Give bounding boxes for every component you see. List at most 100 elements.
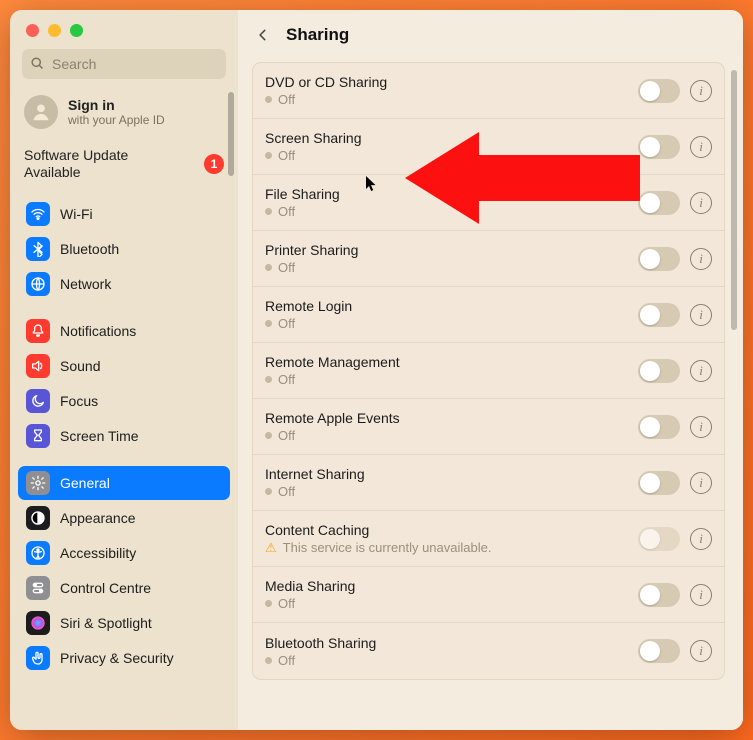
info-button[interactable]: i <box>690 584 712 606</box>
avatar-icon <box>24 95 58 129</box>
bluetooth-icon <box>26 237 50 261</box>
remotemgmt-toggle[interactable] <box>638 359 680 383</box>
moon-icon <box>26 389 50 413</box>
printer-toggle[interactable] <box>638 247 680 271</box>
sidebar-item-bluetooth[interactable]: Bluetooth <box>18 232 230 266</box>
media-toggle[interactable] <box>638 583 680 607</box>
settings-window: Sign in with your Apple ID Software Upda… <box>10 10 743 730</box>
maximize-icon[interactable] <box>70 24 83 37</box>
sidebar-item-label: Accessibility <box>60 545 136 561</box>
software-update-row[interactable]: Software Update Available 1 <box>10 139 238 195</box>
status-dot-icon <box>265 96 272 103</box>
warning-icon: ⚠ <box>265 540 277 556</box>
sidebar-item-appearance[interactable]: Appearance <box>18 501 230 535</box>
info-button[interactable]: i <box>690 640 712 662</box>
status-dot-icon <box>265 376 272 383</box>
main-scrollbar[interactable] <box>731 70 737 330</box>
screen-toggle[interactable] <box>638 135 680 159</box>
search-input[interactable] <box>22 49 226 79</box>
row-status: Off <box>265 316 352 331</box>
sidebar-list: Wi-Fi Bluetooth Network Notifications Sound F… <box>10 195 238 730</box>
page-title: Sharing <box>286 25 349 45</box>
sidebar-item-controlcentre[interactable]: Control Centre <box>18 571 230 605</box>
info-button[interactable]: i <box>690 304 712 326</box>
globe-icon <box>26 272 50 296</box>
gear-icon <box>26 471 50 495</box>
sidebar-item-label: Wi-Fi <box>60 206 93 222</box>
info-button[interactable]: i <box>690 80 712 102</box>
sharing-row-printer: Printer SharingOffi <box>253 231 724 287</box>
sidebar-item-label: Screen Time <box>60 428 139 444</box>
row-title: Remote Management <box>265 354 400 370</box>
sidebar-item-focus[interactable]: Focus <box>18 384 230 418</box>
info-button[interactable]: i <box>690 136 712 158</box>
sharing-card: DVD or CD SharingOffiScreen SharingOffiF… <box>252 62 725 680</box>
update-badge: 1 <box>204 154 224 174</box>
row-status: Off <box>265 653 376 668</box>
row-status: Off <box>265 204 340 219</box>
row-status: Off <box>265 148 362 163</box>
switches-icon <box>26 576 50 600</box>
status-dot-icon <box>265 600 272 607</box>
hourglass-icon <box>26 424 50 448</box>
sidebar-item-accessibility[interactable]: Accessibility <box>18 536 230 570</box>
sidebar-item-notifications[interactable]: Notifications <box>18 314 230 348</box>
sidebar-item-general[interactable]: General <box>18 466 230 500</box>
status-dot-icon <box>265 208 272 215</box>
minimize-icon[interactable] <box>48 24 61 37</box>
row-status: Off <box>265 372 400 387</box>
status-dot-icon <box>265 488 272 495</box>
status-dot-icon <box>265 264 272 271</box>
sign-in-row[interactable]: Sign in with your Apple ID <box>10 89 238 139</box>
internet-toggle[interactable] <box>638 471 680 495</box>
row-status: ⚠This service is currently unavailable. <box>265 540 491 556</box>
sidebar-item-screentime[interactable]: Screen Time <box>18 419 230 453</box>
info-button[interactable]: i <box>690 360 712 382</box>
sidebar-item-label: Appearance <box>60 510 136 526</box>
remotelogin-toggle[interactable] <box>638 303 680 327</box>
row-title: Printer Sharing <box>265 242 358 258</box>
status-dot-icon <box>265 152 272 159</box>
info-button[interactable]: i <box>690 416 712 438</box>
close-icon[interactable] <box>26 24 39 37</box>
sidebar-item-label: Network <box>60 276 111 292</box>
dvd-toggle[interactable] <box>638 79 680 103</box>
wifi-icon <box>26 202 50 226</box>
info-button[interactable]: i <box>690 472 712 494</box>
row-title: DVD or CD Sharing <box>265 74 387 90</box>
back-button[interactable] <box>252 24 274 46</box>
sidebar-item-siri[interactable]: Siri & Spotlight <box>18 606 230 640</box>
sidebar-item-label: Notifications <box>60 323 136 339</box>
contentcaching-toggle <box>638 527 680 551</box>
info-button[interactable]: i <box>690 192 712 214</box>
sharing-row-file: File SharingOffi <box>253 175 724 231</box>
sharing-row-remoteapple: Remote Apple EventsOffi <box>253 399 724 455</box>
sharing-row-screen: Screen SharingOffi <box>253 119 724 175</box>
sidebar-scrollbar[interactable] <box>228 92 234 176</box>
sidebar-item-network[interactable]: Network <box>18 267 230 301</box>
remoteapple-toggle[interactable] <box>638 415 680 439</box>
row-title: Remote Apple Events <box>265 410 400 426</box>
window-controls <box>10 10 238 45</box>
sidebar-item-privacy[interactable]: Privacy & Security <box>18 641 230 675</box>
sidebar-item-label: Bluetooth <box>60 241 119 257</box>
sidebar-item-label: Focus <box>60 393 98 409</box>
file-toggle[interactable] <box>638 191 680 215</box>
sign-in-subtitle: with your Apple ID <box>68 113 165 127</box>
bell-icon <box>26 319 50 343</box>
sidebar-item-wifi[interactable]: Wi-Fi <box>18 197 230 231</box>
info-button[interactable]: i <box>690 248 712 270</box>
status-dot-icon <box>265 320 272 327</box>
info-button[interactable]: i <box>690 528 712 550</box>
row-title: Bluetooth Sharing <box>265 635 376 651</box>
software-update-text: Software Update Available <box>24 147 128 181</box>
speaker-icon <box>26 354 50 378</box>
content-scroll: DVD or CD SharingOffiScreen SharingOffiF… <box>238 56 743 730</box>
sidebar-item-sound[interactable]: Sound <box>18 349 230 383</box>
sign-in-text: Sign in with your Apple ID <box>68 97 165 127</box>
status-dot-icon <box>265 432 272 439</box>
btshare-toggle[interactable] <box>638 639 680 663</box>
sidebar: Sign in with your Apple ID Software Upda… <box>10 10 238 730</box>
siri-icon <box>26 611 50 635</box>
sidebar-item-label: Sound <box>60 358 100 374</box>
